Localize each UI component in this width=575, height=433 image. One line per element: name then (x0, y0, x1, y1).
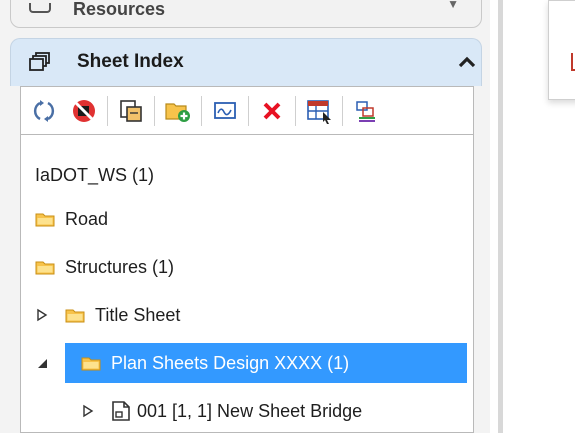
tree-item-title-sheet[interactable]: Title Sheet (35, 295, 180, 335)
tree-item-label: Structures (1) (65, 256, 175, 277)
expand-arrow-icon[interactable] (35, 308, 49, 322)
tree-item-road[interactable]: Road (35, 199, 108, 239)
tree-root[interactable]: IaDOT_WS (1) (35, 155, 154, 195)
delete-button[interactable] (255, 94, 289, 128)
toolbar-separator (342, 95, 343, 126)
collapse-arrow-icon[interactable] (35, 356, 49, 370)
resources-icon (29, 3, 51, 13)
popup-item-icon (571, 53, 575, 71)
sheet-index-panel: Resources ▼ Sheet Index IaDOT_WS (1) Roa… (0, 0, 490, 433)
tree-root-label: IaDOT_WS (1) (35, 164, 155, 185)
refresh-icon (33, 99, 55, 122)
folder-icon (35, 261, 55, 274)
resources-section-title: Resources (73, 0, 166, 19)
folder-icon (65, 309, 85, 322)
resources-section-header[interactable]: Resources ▼ (10, 0, 482, 28)
properties-button[interactable] (208, 94, 242, 128)
add-sheet-button[interactable] (114, 94, 148, 128)
toolbar-separator (154, 95, 155, 126)
panel-splitter[interactable] (498, 0, 503, 433)
table-icon (307, 99, 331, 124)
disconnect-icon (73, 99, 95, 122)
settings-icon (356, 100, 375, 122)
refresh-button[interactable] (27, 94, 61, 128)
sheet-index-tree: IaDOT_WS (1) Road Structures (1) Title S… (20, 134, 474, 433)
sheet-icon (112, 401, 130, 421)
add-folder-icon (165, 102, 190, 122)
sheet-index-header[interactable]: Sheet Index (10, 38, 482, 86)
tree-item-label: Plan Sheets Design XXXX (1) (111, 352, 350, 373)
context-popup (548, 0, 575, 100)
properties-icon (214, 101, 236, 119)
add-folder-button[interactable] (161, 94, 195, 128)
toolbar-separator (248, 95, 249, 126)
add-sheet-icon (120, 99, 142, 122)
sheet-index-toolbar (20, 86, 474, 134)
delete-icon (263, 102, 281, 119)
disconnect-button[interactable] (67, 94, 101, 128)
tree-item-label: 001 [1, 1] New Sheet Bridge (137, 400, 363, 421)
tree-item-sheet-001[interactable]: 001 [1, 1] New Sheet Bridge (81, 391, 362, 431)
toolbar-separator (295, 95, 296, 126)
table-button[interactable] (302, 94, 336, 128)
tree-item-structures[interactable]: Structures (1) (35, 247, 174, 287)
tree-item-label: Title Sheet (95, 304, 181, 325)
tree-item-label: Road (65, 208, 109, 229)
folder-icon (35, 213, 55, 226)
tree-item-plan-sheets-expander[interactable] (35, 343, 65, 383)
tree-item-plan-sheets[interactable]: Plan Sheets Design XXXX (1) (65, 343, 467, 383)
sheet-index-title: Sheet Index (77, 51, 184, 72)
sheet-index-icon (29, 52, 50, 71)
expand-arrow-icon[interactable] (81, 404, 95, 418)
chevron-down-icon[interactable]: ▼ (447, 0, 459, 11)
folder-icon (81, 357, 101, 370)
chevron-up-icon[interactable] (457, 55, 477, 69)
settings-button[interactable] (349, 94, 383, 128)
toolbar-separator (107, 95, 108, 126)
toolbar-separator (201, 95, 202, 126)
